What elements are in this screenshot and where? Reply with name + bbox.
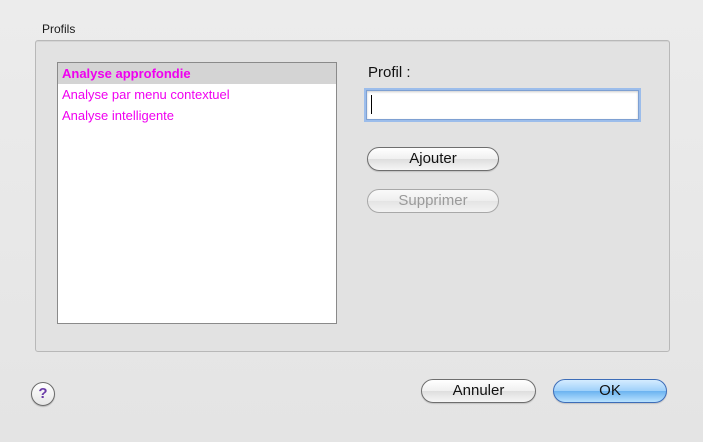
profile-name-input[interactable] [366,90,639,120]
help-button[interactable]: ? [31,382,55,406]
group-title: Profils [42,22,76,36]
profiles-list[interactable]: Analyse approfondie Analyse par menu con… [57,62,337,324]
list-item[interactable]: Analyse approfondie [58,63,336,84]
remove-button[interactable]: Supprimer [367,189,499,213]
cancel-button[interactable]: Annuler [421,379,536,403]
text-caret [371,95,372,114]
add-button[interactable]: Ajouter [367,147,499,171]
ok-button[interactable]: OK [553,379,667,403]
profiles-dialog: Profils Analyse approfondie Analyse par … [0,0,703,442]
profile-field-label: Profil : [368,64,411,81]
list-item[interactable]: Analyse par menu contextuel [58,84,336,105]
list-item[interactable]: Analyse intelligente [58,105,336,126]
question-mark-icon: ? [38,385,48,402]
